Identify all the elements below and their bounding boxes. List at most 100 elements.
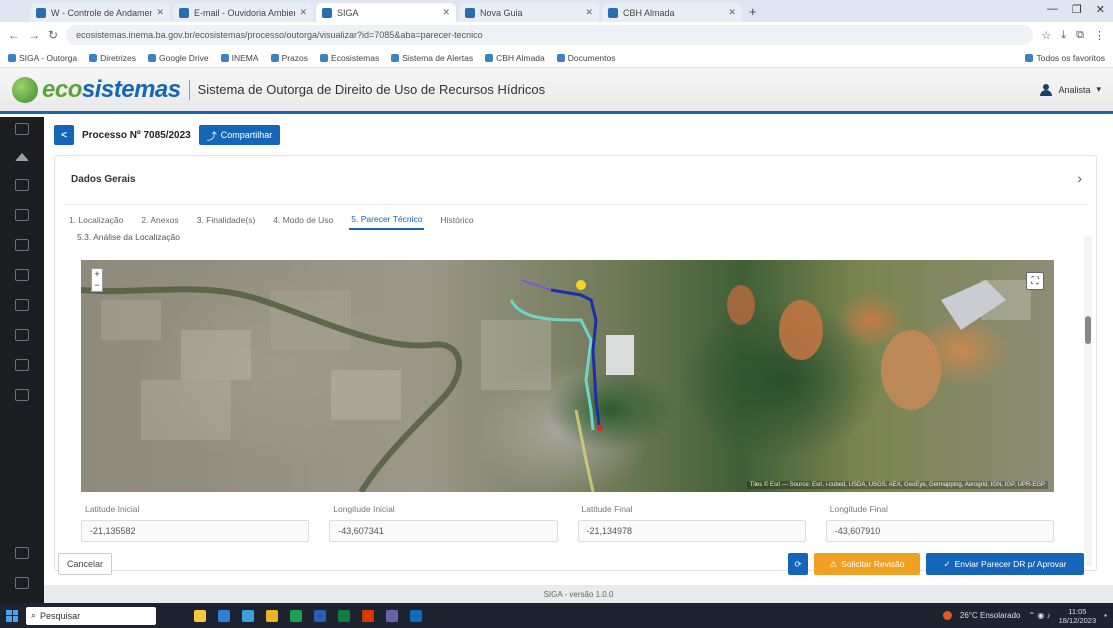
reload-icon[interactable]: ↻ bbox=[48, 28, 58, 42]
bookmark-item[interactable]: Diretrizes bbox=[89, 53, 136, 63]
powerpoint-icon[interactable] bbox=[362, 609, 374, 622]
refresh-button[interactable]: ⟳ bbox=[788, 553, 808, 575]
scrollbar[interactable] bbox=[1084, 236, 1092, 566]
task-view-icon[interactable] bbox=[218, 609, 230, 622]
close-window-icon[interactable]: ✕ bbox=[1096, 3, 1105, 16]
folder-icon[interactable] bbox=[15, 299, 29, 311]
browser-tab-active[interactable]: SIGA ✕ bbox=[316, 3, 456, 22]
edge-icon[interactable] bbox=[242, 609, 254, 622]
longitude-final-input[interactable]: -43,607910 bbox=[825, 520, 1054, 542]
new-tab-icon[interactable]: + bbox=[749, 4, 757, 19]
download-icon[interactable]: ⤓ bbox=[1061, 29, 1066, 42]
notification-icon[interactable]: ▪ bbox=[1104, 611, 1107, 620]
latitude-inicial-input[interactable]: -21,135582 bbox=[81, 520, 310, 542]
logo-globe-icon bbox=[12, 76, 38, 103]
bookmark-item[interactable]: CBH Almada bbox=[485, 53, 545, 63]
tab-parecer-tecnico[interactable]: 5. Parecer Técnico bbox=[349, 210, 425, 230]
home-icon[interactable] bbox=[15, 153, 29, 161]
cancel-button[interactable]: Cancelar bbox=[58, 553, 113, 575]
chart-icon[interactable] bbox=[15, 269, 29, 281]
back-arrow-icon[interactable]: ← bbox=[8, 28, 20, 42]
bookmark-item[interactable]: Documentos bbox=[556, 53, 615, 63]
url-input[interactable]: ecosistemas.inema.ba.gov.br/ecosistemas/… bbox=[66, 25, 1034, 45]
search-icon: ⌕ bbox=[31, 610, 37, 620]
address-bar-row: ← → ↻ ecosistemas.inema.ba.gov.br/ecosis… bbox=[0, 22, 1113, 48]
back-button[interactable]: < bbox=[54, 125, 74, 145]
tab-localizacao[interactable]: 1. Localização bbox=[67, 210, 125, 230]
bookmark-item[interactable]: Todos os favoritos bbox=[1025, 53, 1105, 63]
settings-icon[interactable] bbox=[15, 547, 29, 559]
satellite-map[interactable]: + − ⛶ Tiles © Esri — Source: Esri, i-cub… bbox=[81, 260, 1054, 492]
tab-modo-de-uso[interactable]: 4. Modo de Uso bbox=[271, 210, 335, 230]
request-review-button[interactable]: ⚠ Solicitar Revisão bbox=[814, 553, 920, 575]
star-icon[interactable]: ☆ bbox=[1041, 29, 1051, 42]
list-icon[interactable] bbox=[15, 209, 29, 221]
tray-icons[interactable]: ⌃ ◉ ♪ bbox=[1028, 611, 1050, 620]
sidebar-bottom bbox=[15, 547, 29, 603]
report-icon[interactable] bbox=[15, 359, 29, 371]
weather-text[interactable]: 26°C Ensolarado bbox=[960, 611, 1021, 620]
tab-finalidades[interactable]: 3. Finalidade(s) bbox=[195, 210, 258, 230]
bookmarks-bar: SIGA - Outorga Diretrizes Google Drive I… bbox=[0, 48, 1113, 68]
users-icon[interactable] bbox=[15, 389, 29, 401]
share-button[interactable]: ⤴ Compartilhar bbox=[198, 125, 281, 145]
close-icon[interactable]: ✕ bbox=[299, 7, 307, 18]
windows-start-icon[interactable] bbox=[6, 609, 18, 622]
close-icon[interactable]: ✕ bbox=[728, 7, 736, 18]
windows-taskbar: ⌕ Pesquisar 26°C Ensolarado ⌃ ◉ ♪ 11:05 … bbox=[0, 603, 1113, 628]
outlook-icon[interactable] bbox=[410, 609, 422, 622]
bookmark-item[interactable]: Sistema de Alertas bbox=[391, 53, 473, 63]
scrollbar-thumb[interactable] bbox=[1085, 316, 1091, 344]
user-menu[interactable]: Analista ▾ bbox=[1040, 83, 1101, 96]
longitude-inicial-input[interactable]: -43,607341 bbox=[329, 520, 558, 542]
browser-tab[interactable]: Nova Guia ✕ bbox=[459, 3, 599, 22]
tab-label: E-mail - Ouvidoria Ambiental bbox=[194, 7, 295, 18]
bookmark-item[interactable]: INEMA bbox=[220, 53, 259, 63]
document-icon[interactable] bbox=[15, 179, 29, 191]
explorer-icon[interactable] bbox=[266, 609, 278, 622]
start-marker[interactable] bbox=[576, 280, 586, 290]
clock[interactable]: 11:05 18/12/2023 bbox=[1059, 607, 1097, 625]
latitude-final-input[interactable]: -21,134978 bbox=[577, 520, 806, 542]
bookmark-item[interactable]: SIGA - Outorga bbox=[8, 53, 77, 63]
send-opinion-button[interactable]: ✓ Enviar Parecer DR p/ Aprovar bbox=[926, 553, 1084, 575]
menu-icon[interactable]: ⋮ bbox=[1094, 29, 1105, 42]
chevron-down-icon: ▾ bbox=[1096, 84, 1101, 94]
excel-icon[interactable] bbox=[338, 609, 350, 622]
longitude-final-field: Longitude Final -43,607910 bbox=[825, 504, 1054, 542]
extensions-icon[interactable]: ⧉ bbox=[1076, 29, 1084, 42]
calendar-icon[interactable] bbox=[15, 329, 29, 341]
bookmark-item[interactable]: Ecosistemas bbox=[320, 53, 379, 63]
forward-arrow-icon[interactable]: → bbox=[28, 28, 40, 42]
menu-toggle-icon[interactable] bbox=[15, 123, 29, 135]
bookmark-item[interactable]: Prazos bbox=[270, 53, 308, 63]
map-icon[interactable] bbox=[15, 239, 29, 251]
divider bbox=[63, 204, 1088, 205]
bookmark-item[interactable]: Google Drive bbox=[148, 53, 209, 63]
close-icon[interactable]: ✕ bbox=[156, 7, 164, 18]
close-icon[interactable]: ✕ bbox=[442, 7, 450, 18]
chevron-right-icon[interactable]: › bbox=[1077, 170, 1082, 186]
teams-icon[interactable] bbox=[386, 609, 398, 622]
tab-historico[interactable]: Histórico bbox=[438, 210, 475, 230]
bookmark-icon bbox=[556, 53, 565, 62]
end-marker[interactable] bbox=[597, 425, 603, 431]
taskbar-search[interactable]: ⌕ Pesquisar bbox=[26, 606, 156, 625]
taskbar-search-label: Pesquisar bbox=[40, 610, 81, 621]
maximize-icon[interactable]: ❐ bbox=[1072, 3, 1082, 16]
browser-tab[interactable]: W - Controle de Andamento ✕ bbox=[30, 3, 170, 22]
minimize-icon[interactable]: — bbox=[1047, 3, 1058, 16]
browser-tab[interactable]: CBH Almada ✕ bbox=[602, 3, 742, 22]
close-icon[interactable]: ✕ bbox=[585, 7, 593, 18]
logo-eco: eco bbox=[42, 75, 82, 103]
zoom-in-button[interactable]: + bbox=[92, 269, 102, 280]
zoom-out-button[interactable]: − bbox=[92, 280, 102, 291]
tab-anexos[interactable]: 2. Anexos bbox=[139, 210, 180, 230]
widgets-icon[interactable] bbox=[194, 609, 206, 622]
logout-icon[interactable] bbox=[15, 577, 29, 589]
browser-tab[interactable]: E-mail - Ouvidoria Ambiental ✕ bbox=[173, 3, 313, 22]
fullscreen-button[interactable]: ⛶ bbox=[1026, 272, 1044, 290]
field-label: Latitude Final bbox=[581, 504, 633, 514]
chrome-icon[interactable] bbox=[290, 609, 302, 622]
word-icon[interactable] bbox=[314, 609, 326, 622]
